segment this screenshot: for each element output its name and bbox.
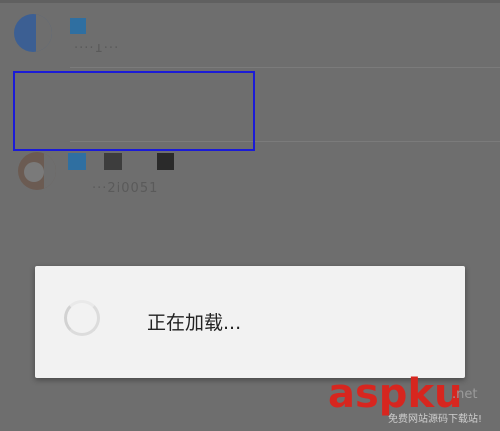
- loading-message: 正在加载...: [147, 312, 242, 334]
- redacted-name-block: [104, 153, 122, 170]
- list-item-subtext: ···2i0051: [92, 182, 159, 196]
- watermark-logo: aspku: [328, 372, 463, 416]
- list-item-subtext: ····1···: [74, 44, 120, 54]
- selection-highlight-box: [13, 71, 255, 151]
- watermark-caption: 免费网站源码下载站!: [388, 414, 483, 425]
- redacted-name-block: [68, 153, 86, 170]
- avatar: [18, 152, 56, 190]
- avatar: [14, 14, 52, 52]
- watermark-suffix: .net: [452, 387, 478, 402]
- list-item[interactable]: ····1···: [0, 0, 500, 66]
- redacted-name-block: [157, 153, 174, 170]
- watermark-brand-a: asp: [328, 371, 408, 417]
- loading-spinner-icon: [64, 300, 100, 336]
- redacted-name-block: [70, 18, 86, 34]
